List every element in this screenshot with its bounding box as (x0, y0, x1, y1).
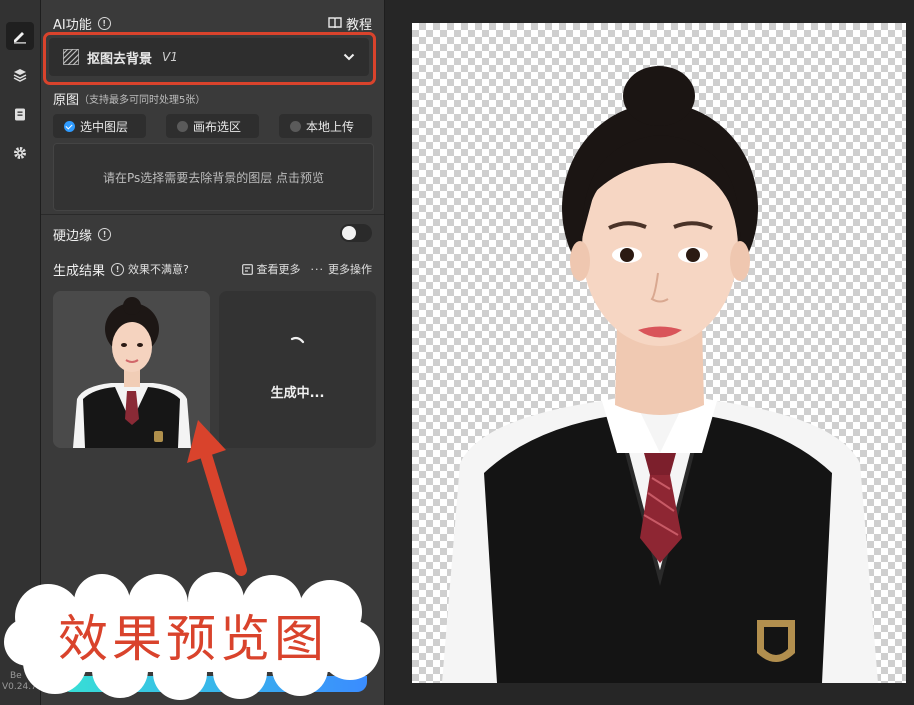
option-local-upload[interactable]: 本地上传 (279, 114, 372, 138)
more-actions-link[interactable]: ··· 更多操作 (311, 261, 373, 277)
layers-tool-button[interactable] (6, 61, 34, 89)
tutorial-link[interactable]: 教程 (328, 14, 372, 33)
hard-edge-row: 硬边缘 ! (53, 225, 372, 244)
results-title: 生成结果 (53, 263, 106, 279)
info-icon: ! (111, 262, 125, 276)
results-header: 生成结果 ! 效果不满意? 查看更多 ··· 更多操作 (53, 260, 373, 279)
generating-card: 生成中... (219, 291, 376, 448)
radio-checked-icon (64, 120, 75, 132)
clipboard-tool-button[interactable] (6, 100, 34, 128)
hard-edge-label: 硬边缘 (53, 228, 93, 244)
ai-section-title: AI功能 (53, 17, 92, 33)
source-dropzone[interactable]: 请在Ps选择需要去除背景的图层 点击预览 (53, 143, 374, 211)
info-icon[interactable]: ! (97, 16, 111, 30)
settings-tool-button[interactable] (6, 139, 34, 167)
unsatisfied-link[interactable]: 效果不满意? (128, 261, 189, 277)
divider (41, 214, 384, 215)
spinner-icon (290, 336, 305, 344)
option-label: 选中图层 (80, 119, 129, 134)
source-title: 原图 (53, 92, 80, 108)
clipboard-icon (15, 108, 25, 121)
source-note: （支持最多可同时处理5张） (79, 94, 206, 106)
gear-icon (14, 147, 26, 159)
option-selected-layer[interactable]: 选中图层 (53, 114, 146, 138)
generating-label: 生成中... (270, 386, 325, 401)
dropzone-text: 请在Ps选择需要去除背景的图层 点击预览 (102, 170, 325, 185)
result-thumbnail[interactable] (53, 291, 210, 448)
source-header: 原图 （支持最多可同时处理5张） (53, 90, 372, 108)
document-canvas-area[interactable] (385, 0, 914, 705)
document-canvas[interactable] (412, 23, 906, 683)
radio-icon (177, 120, 188, 132)
pencil-icon (14, 32, 26, 44)
option-canvas-selection[interactable]: 画布选区 (166, 114, 259, 138)
portrait-thumbnail (53, 291, 210, 448)
edit-tool-button[interactable] (6, 22, 34, 50)
toggle-knob (342, 226, 356, 240)
option-label: 画布选区 (193, 119, 242, 134)
ellipsis-icon: ··· (310, 262, 324, 276)
radio-icon (290, 120, 301, 132)
hard-edge-toggle[interactable] (340, 224, 372, 242)
portrait-image (442, 66, 878, 683)
annotation-text: 效果预览图 (58, 610, 328, 668)
layers-icon (13, 69, 27, 82)
highlight-box (43, 32, 376, 85)
info-icon[interactable]: ! (98, 227, 112, 241)
option-label: 本地上传 (306, 119, 355, 134)
ai-section-header: AI功能 ! 教程 (53, 14, 372, 33)
book-icon (328, 17, 342, 29)
view-more-icon (241, 263, 253, 275)
view-more-link[interactable]: 查看更多 (241, 261, 301, 277)
